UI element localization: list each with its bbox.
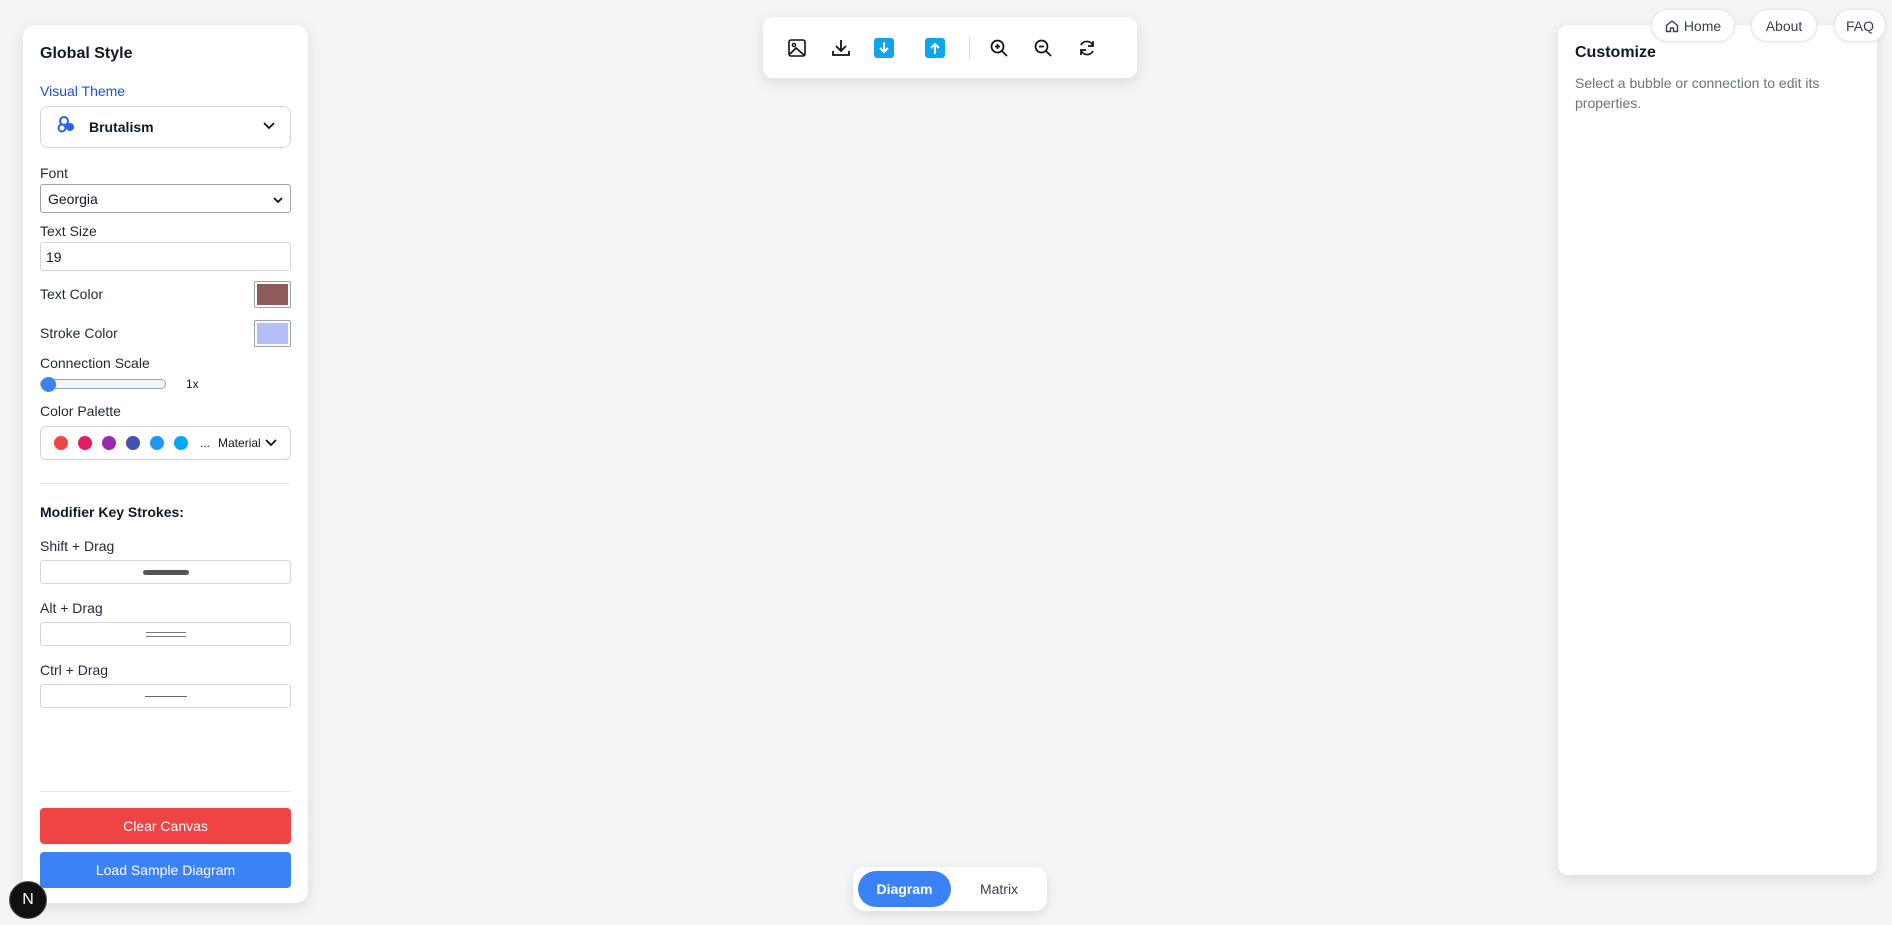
chevron-down-icon bbox=[262, 118, 276, 136]
palette-more: ... bbox=[200, 436, 211, 450]
connection-scale-slider[interactable] bbox=[40, 377, 166, 392]
double-stroke-preview bbox=[145, 631, 186, 637]
view-switch: Diagram Matrix bbox=[853, 867, 1047, 911]
text-color-picker[interactable] bbox=[254, 280, 291, 308]
stroke-color-picker[interactable] bbox=[254, 319, 291, 347]
palette-dot bbox=[174, 436, 188, 450]
connection-scale-value: 1x bbox=[186, 377, 199, 391]
palette-name: Material bbox=[218, 436, 261, 450]
load-sample-button[interactable]: Load Sample Diagram bbox=[40, 852, 291, 888]
modifier-label-alt: Alt + Drag bbox=[40, 600, 103, 616]
text-size-input[interactable]: 19 bbox=[40, 242, 291, 271]
nav-home-button[interactable]: Home bbox=[1651, 9, 1735, 42]
global-style-panel: Global Style Visual Theme Brutalism Font… bbox=[23, 25, 308, 903]
customize-title: Customize bbox=[1575, 44, 1656, 61]
text-color-row: Text Color bbox=[40, 277, 291, 311]
zoom-out-icon[interactable] bbox=[1032, 37, 1054, 59]
toolbar-separator bbox=[969, 36, 970, 59]
stroke-color-row: Stroke Color bbox=[40, 316, 291, 350]
font-value: Georgia bbox=[48, 190, 98, 207]
palette-dot bbox=[102, 436, 116, 450]
font-select[interactable]: Georgia bbox=[40, 184, 291, 213]
customize-hint: Select a bubble or connection to edit it… bbox=[1575, 75, 1820, 111]
divider bbox=[40, 791, 291, 792]
connection-scale-label: Connection Scale bbox=[40, 355, 150, 371]
home-icon bbox=[1665, 19, 1679, 33]
theme-label: Visual Theme bbox=[40, 83, 126, 99]
font-label: Font bbox=[40, 165, 69, 181]
color-palette-select[interactable]: ... Material bbox=[40, 426, 291, 460]
thick-stroke-preview bbox=[142, 569, 189, 575]
divider bbox=[40, 483, 291, 484]
modifier-stroke-ctrl[interactable] bbox=[40, 684, 291, 708]
palette-dot bbox=[78, 436, 92, 450]
download-icon[interactable] bbox=[830, 37, 852, 59]
palette-swatches bbox=[54, 436, 198, 450]
modifier-stroke-shift[interactable] bbox=[40, 560, 291, 584]
text-size-label: Text Size bbox=[40, 223, 97, 239]
modifier-label-ctrl: Ctrl + Drag bbox=[40, 662, 109, 678]
tab-matrix[interactable]: Matrix bbox=[951, 871, 1047, 907]
color-palette-label: Color Palette bbox=[40, 403, 121, 419]
theme-icon bbox=[57, 115, 77, 139]
nav-faq-button[interactable]: FAQ bbox=[1834, 9, 1886, 42]
next-devtools-badge[interactable]: N bbox=[9, 881, 47, 919]
panel-title: Global Style bbox=[40, 45, 133, 62]
zoom-in-icon[interactable] bbox=[988, 37, 1010, 59]
customize-panel: Customize Select a bubble or connection … bbox=[1558, 25, 1877, 875]
palette-dot bbox=[54, 436, 68, 450]
stroke-color-label: Stroke Color bbox=[40, 325, 118, 341]
thin-stroke-preview bbox=[144, 695, 187, 697]
theme-select[interactable]: Brutalism bbox=[40, 106, 291, 148]
image-icon[interactable] bbox=[786, 37, 808, 59]
chevron-down-icon bbox=[273, 191, 283, 207]
text-color-label: Text Color bbox=[40, 286, 104, 302]
modifier-stroke-alt[interactable] bbox=[40, 622, 291, 646]
modifier-label-shift: Shift + Drag bbox=[40, 538, 115, 554]
nav-about-button[interactable]: About bbox=[1751, 9, 1817, 42]
export-icon[interactable] bbox=[925, 37, 945, 58]
modifier-title: Modifier Key Strokes: bbox=[40, 504, 184, 520]
slider-thumb[interactable] bbox=[41, 377, 56, 392]
import-icon[interactable] bbox=[874, 37, 894, 58]
tab-diagram[interactable]: Diagram bbox=[858, 871, 951, 907]
refresh-icon[interactable] bbox=[1076, 37, 1098, 59]
toolbar bbox=[763, 17, 1137, 78]
palette-dot bbox=[150, 436, 164, 450]
theme-value: Brutalism bbox=[89, 119, 154, 135]
connection-scale-row: 1x bbox=[40, 377, 291, 392]
chevron-down-icon bbox=[265, 434, 277, 452]
palette-dot bbox=[126, 436, 140, 450]
nav-home-label: Home bbox=[1683, 17, 1722, 34]
clear-canvas-button[interactable]: Clear Canvas bbox=[40, 808, 291, 844]
